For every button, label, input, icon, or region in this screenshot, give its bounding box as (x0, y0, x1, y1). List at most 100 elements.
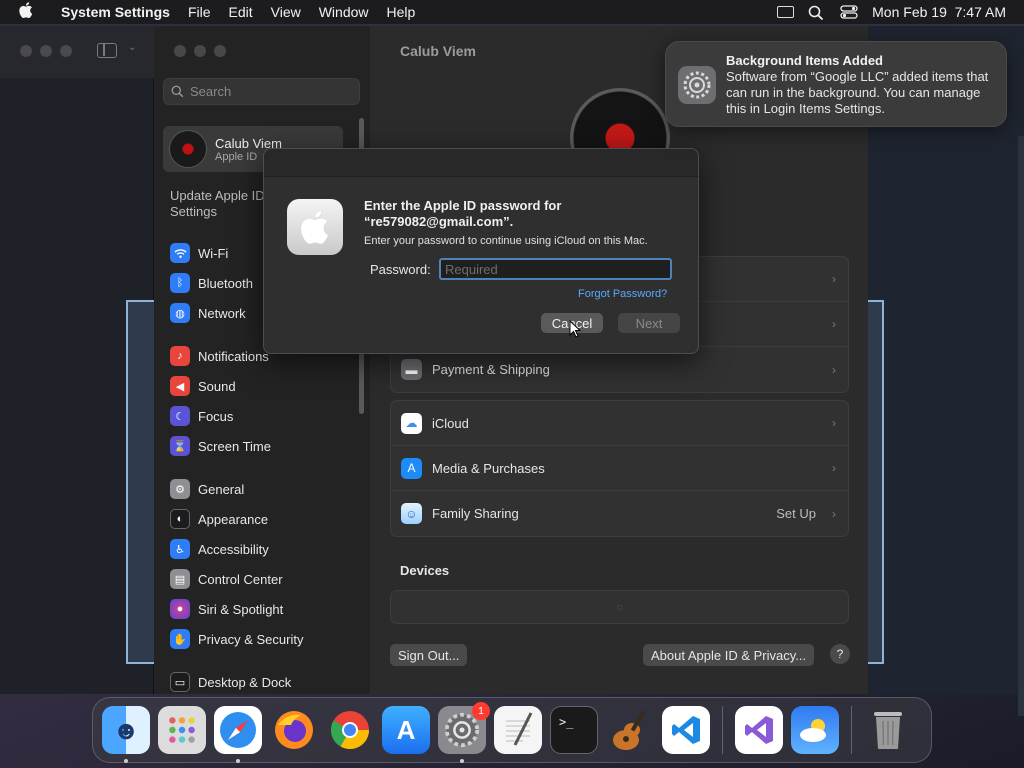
app-store-icon: A (401, 457, 422, 479)
finder-icon[interactable]: ☻ (102, 706, 150, 763)
help-button[interactable]: ? (830, 644, 850, 664)
menu-clock[interactable]: Mon Feb 19 7:47 AM (872, 4, 1006, 20)
sidebar-item-label: Siri & Spotlight (198, 601, 284, 617)
sidebar-item-general[interactable]: ⚙ General (170, 474, 360, 504)
app-store-icon[interactable]: A (382, 706, 430, 754)
traffic-lights (174, 45, 226, 57)
about-apple-id-button[interactable]: About Apple ID & Privacy... (643, 644, 815, 666)
password-label: Password: (370, 262, 431, 277)
moon-icon: ☾ (170, 406, 190, 426)
services-card: ☁ iCloud › A Media & Purchases › ☺ Famil… (390, 400, 849, 537)
dock-separator (851, 706, 852, 754)
chevron-right-icon: › (832, 506, 836, 521)
menu-app-name[interactable]: System Settings (52, 4, 179, 20)
spotlight-search-icon[interactable] (808, 5, 826, 21)
sidebar-item-accessibility[interactable]: ♿ Accessibility (170, 534, 360, 564)
background-traffic-lights (20, 45, 72, 57)
menu-window[interactable]: Window (310, 4, 378, 20)
sidebar-item-label: Notifications (198, 348, 269, 364)
notification-banner[interactable]: Background Items Added Software from “Go… (665, 41, 1007, 127)
sidebar-item-siri[interactable]: ● Siri & Spotlight (170, 594, 360, 624)
sidebar-item-sound[interactable]: ◀ Sound (170, 371, 360, 401)
visual-studio-icon[interactable] (735, 706, 783, 754)
control-center-icon: ▤ (170, 569, 190, 589)
search-icon (171, 85, 184, 98)
sidebar-item-label: Wi-Fi (198, 245, 229, 261)
devices-list: ◌ (390, 590, 849, 624)
notification-body: Software from “Google LLC” added items t… (726, 69, 989, 116)
password-field[interactable] (439, 258, 672, 280)
chevron-right-icon: › (832, 416, 836, 430)
hourglass-icon: ⌛ (170, 436, 190, 456)
notification-title: Background Items Added (726, 53, 883, 68)
dialog-subtitle: Enter your password to continue using iC… (364, 235, 648, 247)
garageband-icon[interactable] (606, 706, 654, 754)
sidebar-item-label: Accessibility (198, 541, 269, 557)
hand-icon: ✋ (170, 629, 190, 649)
chevron-right-icon: › (832, 362, 836, 377)
chevron-right-icon: › (832, 461, 836, 475)
close-button[interactable] (174, 45, 186, 57)
chrome-icon[interactable] (326, 706, 374, 754)
sidebar-item-label: Desktop & Dock (198, 674, 292, 690)
mouse-cursor-icon (569, 319, 582, 341)
appearance-icon: ◐ (170, 509, 190, 529)
sidebar-item-label: Sound (198, 378, 236, 394)
vscode-icon[interactable] (662, 706, 710, 754)
safari-icon[interactable] (214, 706, 262, 763)
dock-separator (722, 706, 723, 754)
family-sharing-row[interactable]: ☺ Family Sharing Set Up › (391, 491, 848, 536)
devices-heading: Devices (400, 563, 450, 578)
system-settings-icon[interactable]: 1 (438, 702, 490, 763)
media-purchases-row[interactable]: A Media & Purchases › (391, 446, 848, 491)
row-label: Family Sharing (432, 506, 519, 521)
update-apple-id-link[interactable]: Update Apple ID Settings (170, 188, 270, 220)
chevron-right-icon: › (832, 272, 836, 286)
sidebar-item-desktop-dock[interactable]: ▭ Desktop & Dock (170, 667, 360, 694)
menu-view[interactable]: View (262, 4, 310, 20)
sidebar-item-privacy[interactable]: ✋ Privacy & Security (170, 624, 360, 654)
chevron-down-icon: ⌄ (128, 42, 137, 53)
forgot-password-link[interactable]: Forgot Password? (578, 288, 667, 300)
zoom-button[interactable] (214, 45, 226, 57)
menu-edit[interactable]: Edit (220, 4, 262, 20)
trash-icon[interactable] (864, 706, 912, 754)
textedit-icon[interactable] (494, 706, 542, 754)
background-panel (126, 300, 154, 664)
apple-menu-icon[interactable] (0, 1, 52, 23)
screen-mirroring-icon[interactable] (777, 6, 795, 18)
sidebar-item-label: General (198, 481, 245, 497)
next-button[interactable]: Next (618, 313, 680, 333)
sidebar-item-control-center[interactable]: ▤ Control Center (170, 564, 360, 594)
background-panel-right (868, 300, 884, 664)
chevron-right-icon: › (832, 317, 836, 331)
terminal-icon[interactable]: >_ (550, 706, 598, 754)
menu-file[interactable]: File (179, 4, 220, 20)
sidebar-item-label: Control Center (198, 571, 283, 587)
launchpad-icon[interactable] (158, 706, 206, 754)
page-title: Calub Viem (400, 43, 476, 59)
row-label: iCloud (432, 415, 469, 431)
control-center-icon[interactable] (840, 5, 858, 19)
sidebar: Search Calub Viem Apple ID Update Apple … (154, 26, 370, 694)
sidebar-item-label: Appearance (198, 511, 269, 527)
firefox-icon[interactable] (270, 706, 318, 754)
menu-bar: System Settings File Edit View Window He… (0, 0, 1024, 24)
row-label: Payment & Shipping (432, 362, 550, 377)
sidebar-item-focus[interactable]: ☾ Focus (170, 401, 360, 431)
dialog-titlebar (264, 149, 698, 177)
bell-icon: ♪ (170, 346, 190, 366)
apple-logo-icon (287, 199, 343, 255)
speaker-icon: ◀ (170, 376, 190, 396)
icloud-row[interactable]: ☁ iCloud › (391, 401, 848, 446)
sidebar-item-appearance[interactable]: ◐ Appearance (170, 504, 360, 534)
dialog-title: Enter the Apple ID password for “re57908… (364, 198, 562, 229)
sidebar-item-label: Focus (198, 408, 234, 424)
sign-out-button[interactable]: Sign Out... (390, 644, 468, 666)
weather-icon[interactable] (791, 706, 839, 754)
minimize-button[interactable] (194, 45, 206, 57)
sidebar-item-screen-time[interactable]: ⌛ Screen Time (170, 431, 360, 461)
sidebar-toggle-icon (97, 43, 117, 58)
search-input[interactable]: Search (163, 78, 360, 105)
menu-help[interactable]: Help (378, 4, 425, 20)
